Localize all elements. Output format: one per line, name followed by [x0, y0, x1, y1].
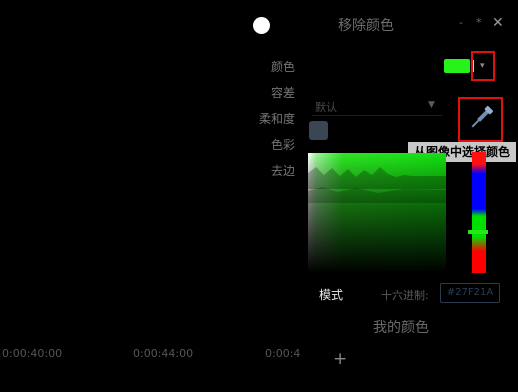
- eyedropper-icon: [471, 105, 494, 128]
- sidebar-item-color[interactable]: 颜色: [271, 58, 295, 75]
- sidebar-item-softness[interactable]: 柔和度: [259, 110, 295, 127]
- dialog-title: 移除颜色: [338, 18, 394, 34]
- sidebar-item-tolerance[interactable]: 容差: [271, 84, 295, 101]
- mode-label[interactable]: 模式: [319, 286, 343, 303]
- preset-underline: [312, 115, 442, 116]
- close-button[interactable]: ✕: [492, 15, 504, 31]
- hex-input[interactable]: #27F21A: [440, 283, 500, 303]
- minimize-button[interactable]: -: [459, 16, 463, 29]
- sidebar-item-hue[interactable]: 色彩: [271, 136, 295, 153]
- preset-dropdown-icon[interactable]: ▼: [428, 100, 435, 110]
- saturation-value-picker[interactable]: [308, 153, 446, 273]
- hue-slider[interactable]: [472, 152, 486, 273]
- pin-button[interactable]: *: [476, 16, 482, 29]
- timeline-tick: 0:00:40:00: [2, 347, 63, 360]
- eyedropper-button[interactable]: [458, 97, 503, 142]
- my-colors-title: 我的颜色: [373, 320, 429, 336]
- hex-label: 十六进制:: [381, 289, 429, 302]
- preset-color-square[interactable]: [309, 121, 328, 140]
- spectrum-bands: [308, 167, 446, 203]
- add-color-button[interactable]: +: [333, 349, 347, 369]
- timeline-tick: 0:00:44:00: [133, 347, 194, 360]
- preset-select[interactable]: 默认: [315, 99, 337, 115]
- color-dropdown-icon[interactable]: ▾: [480, 61, 485, 71]
- sidebar-item-defringe[interactable]: 去边: [271, 162, 295, 179]
- timeline-tick: 0:00:4: [265, 347, 301, 360]
- hue-slider-handle[interactable]: [468, 230, 488, 234]
- playhead-dot: [253, 17, 270, 34]
- current-color-swatch[interactable]: [444, 59, 470, 73]
